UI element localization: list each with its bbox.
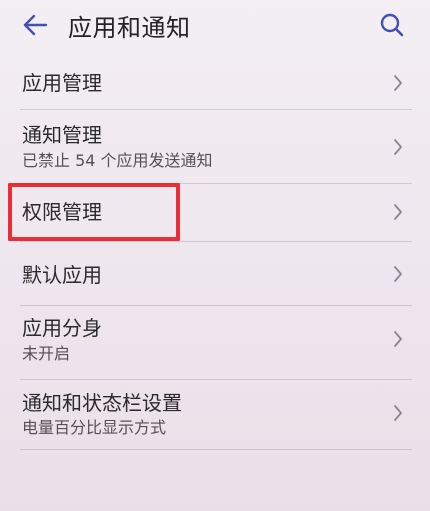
chevron-right-icon — [390, 135, 406, 159]
list-item-subtitle: 电量百分比显示方式 — [22, 418, 167, 437]
list-item-permission-management[interactable]: 权限管理 — [0, 184, 430, 242]
top-app-bar: 应用和通知 — [0, 0, 430, 58]
search-button[interactable] — [377, 12, 407, 42]
list-item-label: 通知管理 — [22, 123, 102, 147]
chevron-right-icon — [390, 200, 406, 224]
page-title: 应用和通知 — [68, 14, 191, 42]
list-item-label: 权限管理 — [22, 200, 102, 224]
divider — [20, 449, 412, 450]
chevron-right-icon — [390, 71, 406, 95]
list-item-label: 通知和状态栏设置 — [22, 391, 182, 415]
list-item-subtitle: 未开启 — [22, 344, 71, 363]
chevron-right-icon — [390, 401, 406, 425]
list-item-label: 应用管理 — [22, 71, 102, 95]
app-notifications-settings-screen: 应用和通知 应用管理 通知管理 已禁止 54 个应用发送通知 权限管理 默认应用… — [0, 0, 430, 511]
list-item-notification-statusbar-settings[interactable]: 通知和状态栏设置 电量百分比显示方式 — [0, 380, 430, 450]
search-icon — [379, 12, 405, 42]
list-item-label: 默认应用 — [22, 263, 102, 287]
list-item-subtitle: 已禁止 54 个应用发送通知 — [22, 151, 213, 170]
list-item-default-apps[interactable]: 默认应用 — [0, 242, 430, 306]
chevron-right-icon — [390, 262, 406, 286]
list-item-app-management[interactable]: 应用管理 — [0, 58, 430, 110]
back-button[interactable] — [20, 12, 50, 42]
list-item-app-twin[interactable]: 应用分身 未开启 — [0, 306, 430, 380]
back-arrow-icon — [22, 14, 48, 40]
list-item-label: 应用分身 — [22, 316, 102, 340]
chevron-right-icon — [390, 327, 406, 351]
list-item-notification-management[interactable]: 通知管理 已禁止 54 个应用发送通知 — [0, 110, 430, 184]
